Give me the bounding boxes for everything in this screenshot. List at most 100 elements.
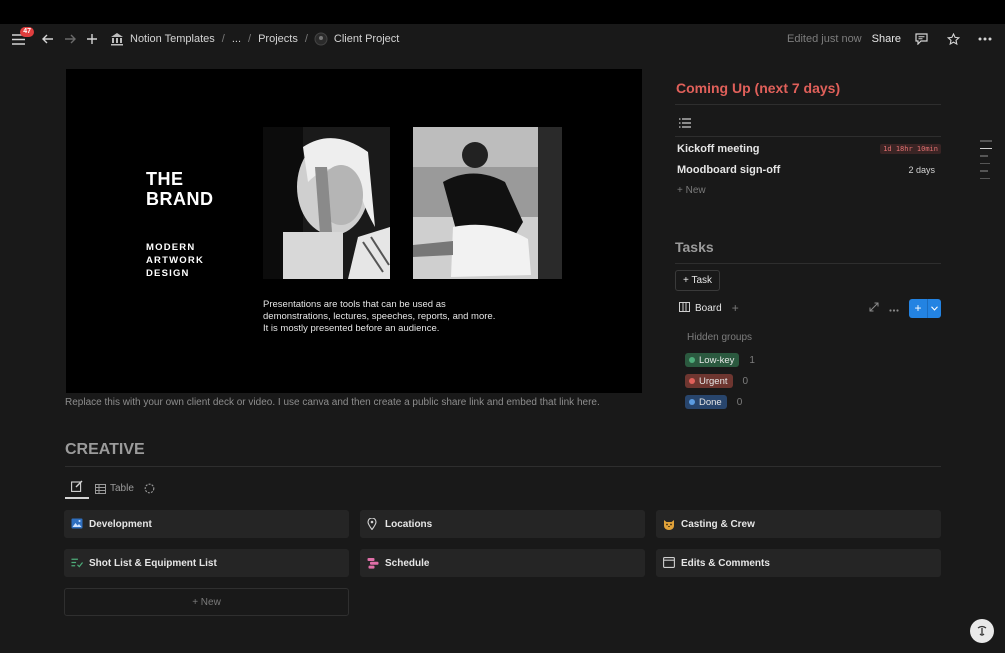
creative-view-tabs: Table (65, 478, 155, 499)
cat-face-icon (663, 518, 675, 530)
divider (675, 263, 941, 264)
window-icon (663, 557, 675, 569)
slide-subtitle-line: MODERN (146, 242, 196, 253)
outline-mark (980, 170, 988, 172)
forward-arrow-icon[interactable] (60, 29, 80, 49)
tab-loading[interactable] (144, 482, 155, 494)
divider (65, 466, 941, 467)
tab-gallery[interactable] (65, 478, 89, 499)
breadcrumb-separator: / (248, 33, 252, 45)
chevron-down-icon[interactable] (927, 298, 941, 318)
status-label: Low-key (699, 354, 735, 366)
breadcrumb-separator: / (304, 33, 308, 45)
status-badge: Urgent (685, 374, 733, 388)
card-label: Schedule (385, 557, 430, 569)
group-done[interactable]: Done 0 (685, 395, 742, 409)
breadcrumb-current[interactable]: Client Project (334, 33, 399, 45)
card-casting-crew[interactable]: Casting & Crew (656, 510, 941, 538)
schedule-icon (367, 557, 379, 569)
event-name: Kickoff meeting (677, 143, 760, 155)
hidden-groups-label: Hidden groups (687, 332, 753, 343)
status-label: Urgent (699, 375, 728, 387)
edited-status: Edited just now (787, 33, 862, 45)
more-options-icon[interactable] (975, 29, 995, 49)
client-avatar-icon (314, 32, 328, 46)
divider (675, 104, 941, 105)
status-dot (689, 357, 695, 363)
star-icon[interactable] (943, 29, 963, 49)
back-arrow-icon[interactable] (38, 29, 58, 49)
portrait-photo-woman (263, 127, 390, 279)
edit-icon (71, 480, 83, 492)
tab-table-label: Table (110, 483, 134, 494)
board-view-toolbar: Board + + (679, 298, 941, 318)
sidebar-menu-icon[interactable]: 47 (8, 27, 34, 49)
new-event-button[interactable]: + New (677, 185, 706, 196)
new-task-plus-button[interactable]: + (909, 299, 927, 318)
creative-heading: CREATIVE (65, 441, 145, 458)
page-outline-scroll[interactable] (980, 140, 992, 185)
event-name: Moodboard sign-off (677, 164, 781, 176)
outline-mark-active (980, 147, 992, 149)
loading-icon (144, 483, 155, 494)
embed-caption: Replace this with your own client deck o… (65, 397, 600, 408)
slide-subtitle-line: DESIGN (146, 268, 190, 279)
more-options-icon[interactable] (889, 301, 899, 315)
card-label: Edits & Comments (681, 557, 770, 569)
status-dot (689, 399, 695, 405)
window-top-strip (0, 0, 1005, 24)
status-dot (689, 378, 695, 384)
group-count: 0 (742, 375, 749, 387)
breadcrumb-projects[interactable]: Projects (258, 33, 298, 45)
breadcrumb-ellipsis[interactable]: ... (232, 33, 241, 45)
card-development[interactable]: Development (64, 510, 349, 538)
breadcrumb-separator: / (221, 33, 225, 45)
table-icon (95, 483, 106, 494)
group-count: 0 (736, 396, 743, 408)
checklist-icon (71, 557, 83, 569)
event-countdown: 1d 18hr 10min (880, 144, 941, 154)
bank-icon (110, 32, 124, 46)
location-pin-icon (367, 518, 379, 530)
new-card-button[interactable]: + New (64, 588, 349, 616)
list-item[interactable]: Moodboard sign-off 2 days (677, 164, 941, 176)
card-label: Development (89, 518, 152, 530)
status-label: Done (699, 396, 722, 408)
add-view-icon[interactable]: + (732, 301, 739, 315)
board-icon (679, 301, 690, 315)
board-actions: + (869, 298, 941, 318)
add-task-button[interactable]: + Task (675, 270, 720, 291)
status-badge: Low-key (685, 353, 740, 367)
tab-table[interactable]: Table (95, 482, 134, 494)
help-face-icon (977, 625, 987, 636)
portrait-photo-man (413, 127, 562, 279)
board-view-tab[interactable]: Board (695, 303, 722, 314)
group-urgent[interactable]: Urgent 0 (685, 374, 748, 388)
outline-mark (980, 155, 988, 157)
card-locations[interactable]: Locations (360, 510, 645, 538)
slide-subtitle-line: ARTWORK (146, 255, 205, 266)
card-shot-list[interactable]: Shot List & Equipment List (64, 549, 349, 577)
card-edits-comments[interactable]: Edits & Comments (656, 549, 941, 577)
top-bar: 47 Notion Templates / ... / Projects / C… (0, 24, 1005, 54)
embedded-client-deck[interactable]: THE BRAND MODERN ARTWORK DESIGN Presenta… (66, 69, 642, 393)
card-schedule[interactable]: Schedule (360, 549, 645, 577)
notification-badge: 47 (20, 27, 34, 37)
help-button[interactable] (970, 619, 994, 643)
image-icon (71, 518, 83, 530)
list-item[interactable]: Kickoff meeting 1d 18hr 10min (677, 143, 941, 155)
slide-body-text: Presentations are tools that can be used… (263, 299, 496, 334)
event-due: 2 days (908, 165, 935, 175)
tasks-heading: Tasks (675, 239, 714, 255)
divider (675, 136, 941, 137)
add-page-icon[interactable] (82, 29, 102, 49)
group-low-key[interactable]: Low-key 1 (685, 353, 755, 367)
group-count: 1 (749, 354, 755, 366)
share-button[interactable]: Share (872, 33, 901, 45)
breadcrumb-workspace[interactable]: Notion Templates (130, 33, 215, 45)
new-task-split-button: + (909, 298, 941, 318)
comment-icon[interactable] (911, 29, 931, 49)
expand-icon[interactable] (869, 301, 879, 315)
list-view-icon[interactable] (679, 117, 691, 129)
outline-mark (980, 177, 990, 179)
